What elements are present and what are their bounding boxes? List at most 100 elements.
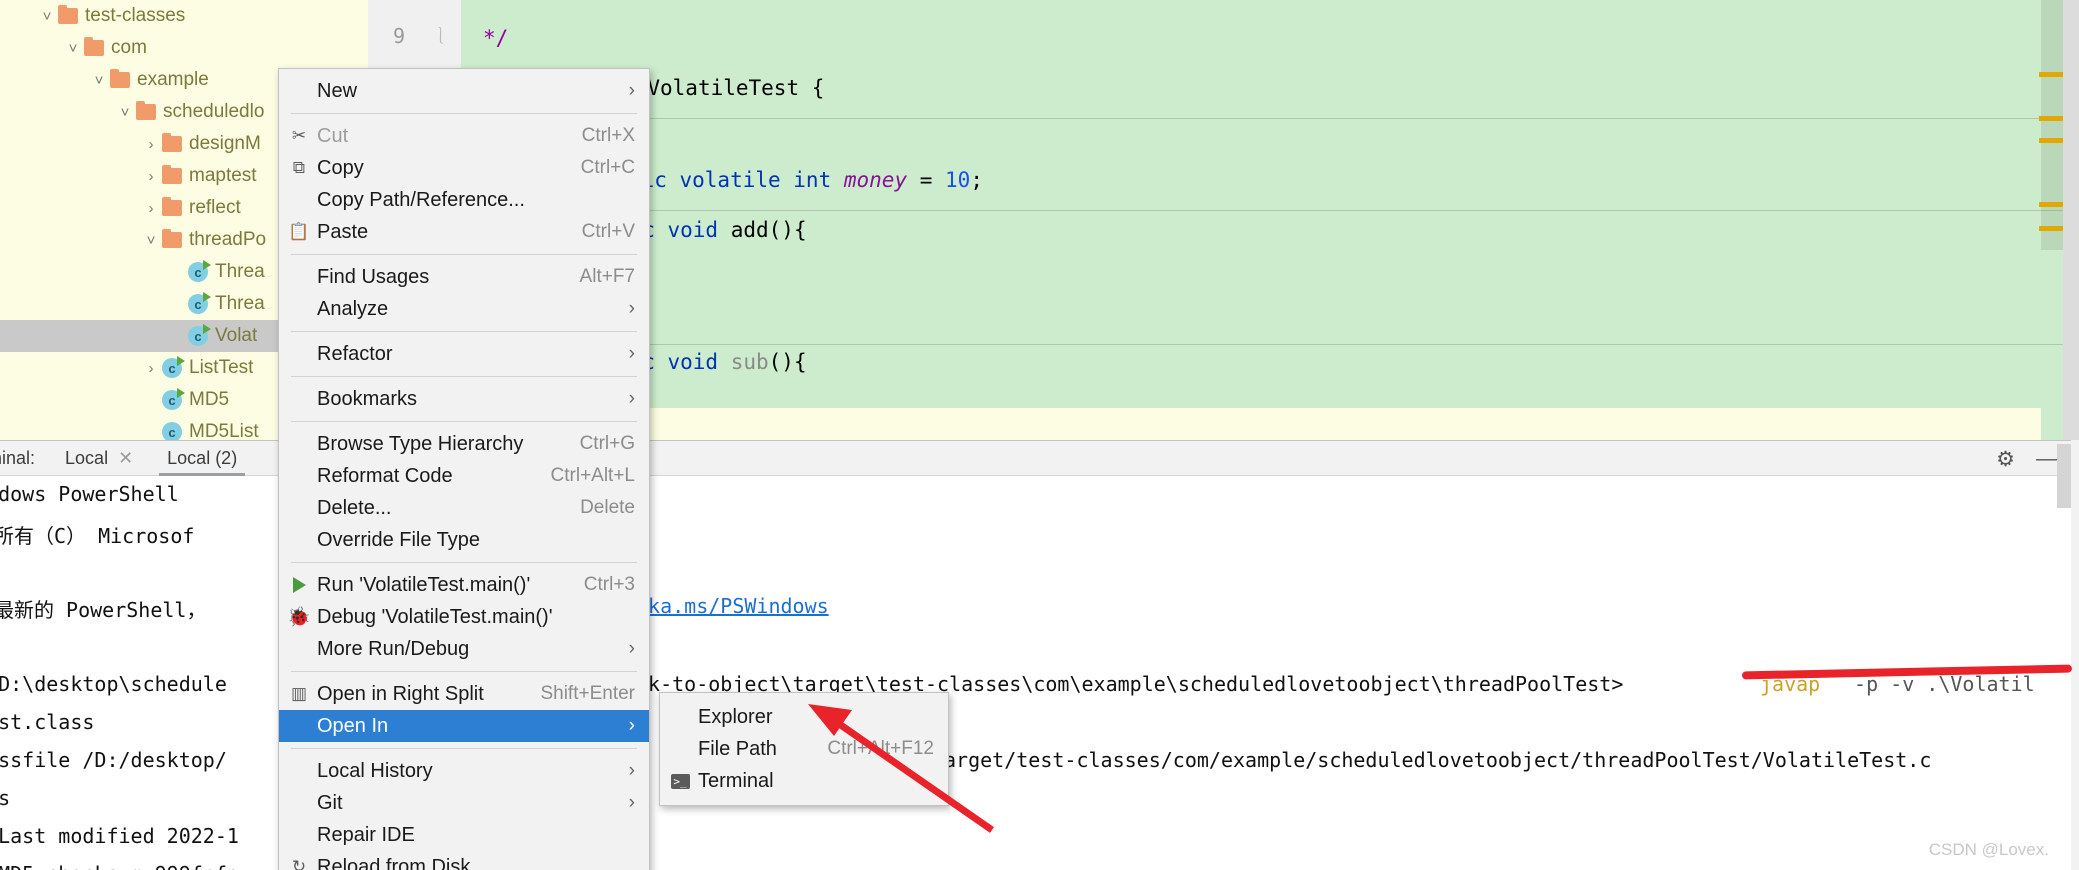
- terminal-line: 装最新的 PowerShell，: [0, 598, 207, 622]
- menu-item[interactable]: Analyze ›: [279, 293, 649, 325]
- menu-item[interactable]: Run 'VolatileTest.main()' Ctrl+3: [279, 569, 649, 601]
- chevron-right-icon[interactable]: ›: [140, 136, 162, 153]
- folder-icon: [136, 101, 156, 120]
- terminal-tab-local[interactable]: Local ✕: [61, 440, 137, 476]
- menu-item-label: Refactor: [317, 342, 393, 365]
- menu-item[interactable]: ↻ Reload from Disk: [279, 851, 649, 870]
- no-icon: [289, 299, 309, 319]
- editor-bottom-strip: [461, 408, 2041, 440]
- minimize-icon[interactable]: —: [2036, 447, 2057, 471]
- runnable-class-icon: c: [188, 260, 211, 282]
- no-icon: [670, 739, 690, 759]
- menu-item-label: Debug 'VolatileTest.main()': [317, 605, 553, 628]
- terminal-tab-local-2[interactable]: Local (2): [159, 440, 246, 476]
- no-icon: [670, 707, 690, 727]
- no-icon: [289, 793, 309, 813]
- warning-marker-icon[interactable]: [2039, 226, 2065, 231]
- menu-item[interactable]: New ›: [279, 75, 649, 107]
- chevron-down-icon[interactable]: ˅: [88, 72, 110, 89]
- menu-item-shortcut: Shift+Enter: [540, 683, 635, 704]
- class-icon: c: [162, 422, 182, 440]
- menu-item[interactable]: Copy Path/Reference...: [279, 184, 649, 216]
- watermark: CSDN @Lovex.: [1928, 840, 2049, 859]
- folder-icon: [84, 37, 104, 56]
- line-number: 9: [392, 24, 405, 48]
- menu-separator: [291, 562, 637, 563]
- menu-item-shortcut: Delete: [580, 497, 635, 518]
- terminal-line: Last modified 2022-1: [0, 824, 239, 848]
- terminal-line: ass: [0, 786, 11, 810]
- menu-item[interactable]: Override File Type: [279, 524, 649, 556]
- tree-item-label: Threa: [215, 293, 265, 314]
- menu-item[interactable]: Open In ›: [279, 710, 649, 742]
- gear-icon[interactable]: ⚙: [1996, 447, 2015, 472]
- folder-icon: [58, 5, 78, 24]
- code-text-area[interactable]: */ public class VolatileTest { static vo…: [461, 0, 2079, 644]
- terminal-line: 权所有（C） Microsof: [0, 524, 195, 548]
- warning-marker-icon[interactable]: [2039, 138, 2065, 143]
- no-icon: [289, 389, 309, 409]
- chevron-right-icon: ›: [628, 792, 635, 813]
- terminal-line: lassfile /D:/desktop/: [0, 748, 227, 772]
- terminal-link[interactable]: aka.ms/PSWindows: [636, 594, 829, 618]
- chevron-down-icon[interactable]: ˅: [114, 104, 136, 121]
- menu-item-shortcut: Ctrl+X: [581, 125, 635, 146]
- menu-item[interactable]: ⧉ Copy Ctrl+C: [279, 152, 649, 184]
- chevron-down-icon[interactable]: ˅: [62, 40, 84, 57]
- menu-item[interactable]: ▥ Open in Right Split Shift+Enter: [279, 678, 649, 710]
- menu-item[interactable]: Refactor ›: [279, 338, 649, 370]
- context-menu[interactable]: New › ✂ Cut Ctrl+X ⧉ Copy Ctrl+C Copy Path/Refer…: [278, 68, 650, 870]
- menu-separator: [291, 254, 637, 255]
- menu-item-label: Run 'VolatileTest.main()': [317, 573, 531, 596]
- menu-item-label: Reload from Disk: [317, 855, 471, 870]
- menu-item-label: Bookmarks: [317, 387, 418, 410]
- terminal-right-edge: [2071, 440, 2079, 870]
- no-icon: [289, 344, 309, 364]
- menu-item[interactable]: Find Usages Alt+F7: [279, 261, 649, 293]
- terminal-line: Test.class: [0, 710, 95, 734]
- code-line-comment: */: [483, 26, 509, 50]
- chevron-right-icon[interactable]: ›: [140, 200, 162, 217]
- menu-item[interactable]: 🐞 Debug 'VolatileTest.main()': [279, 601, 649, 633]
- menu-item[interactable]: Bookmarks ›: [279, 383, 649, 415]
- chevron-right-icon: ›: [628, 638, 635, 659]
- tree-item-label: example: [137, 69, 209, 90]
- tree-item-label: Volat: [215, 325, 258, 346]
- fold-collapse-icon[interactable]: ⎱: [432, 22, 449, 47]
- clipboard-icon: 📋: [288, 222, 310, 241]
- warning-marker-icon[interactable]: [2039, 116, 2065, 121]
- menu-separator: [291, 748, 637, 749]
- terminal-scrollbar-thumb[interactable]: [2057, 444, 2071, 508]
- ide-window: ˅ test-classes ˅ com ˅ example ˅ scheduledlo › de…: [0, 0, 2079, 870]
- menu-item[interactable]: Git ›: [279, 787, 649, 819]
- chevron-right-icon: ›: [628, 388, 635, 409]
- chevron-right-icon[interactable]: ›: [140, 360, 162, 377]
- menu-item[interactable]: Repair IDE: [279, 819, 649, 851]
- tree-item-label: threadPo: [189, 229, 267, 250]
- editor-scrollbar-thumb[interactable]: [2041, 0, 2063, 250]
- menu-item-label: Cut: [317, 124, 349, 147]
- menu-item[interactable]: ✂ Cut Ctrl+X: [279, 120, 649, 152]
- chevron-right-icon[interactable]: ›: [140, 168, 162, 185]
- tree-item-label: designM: [189, 133, 261, 154]
- menu-item-label: Git: [317, 791, 343, 814]
- chevron-down-icon[interactable]: ˅: [36, 8, 58, 25]
- chevron-down-icon[interactable]: ˅: [140, 232, 162, 249]
- tree-item[interactable]: ˅ test-classes: [0, 0, 368, 32]
- warning-marker-icon[interactable]: [2039, 72, 2065, 77]
- warning-marker-icon[interactable]: [2039, 202, 2065, 207]
- code-fold-separator: [461, 344, 2079, 345]
- menu-item[interactable]: Delete... Delete: [279, 492, 649, 524]
- tree-item[interactable]: ˅ com: [0, 32, 368, 64]
- close-icon[interactable]: ✕: [118, 448, 133, 469]
- menu-item[interactable]: Local History ›: [279, 755, 649, 787]
- folder-icon: [162, 229, 182, 248]
- menu-item[interactable]: Browse Type Hierarchy Ctrl+G: [279, 428, 649, 460]
- menu-item[interactable]: 📋 Paste Ctrl+V: [279, 216, 649, 248]
- tree-item-label: ListTest: [189, 357, 254, 378]
- chevron-right-icon: ›: [628, 760, 635, 781]
- menu-item[interactable]: Reformat Code Ctrl+Alt+L: [279, 460, 649, 492]
- menu-item[interactable]: More Run/Debug ›: [279, 633, 649, 665]
- runnable-class-icon: c: [188, 292, 211, 314]
- menu-separator: [291, 671, 637, 672]
